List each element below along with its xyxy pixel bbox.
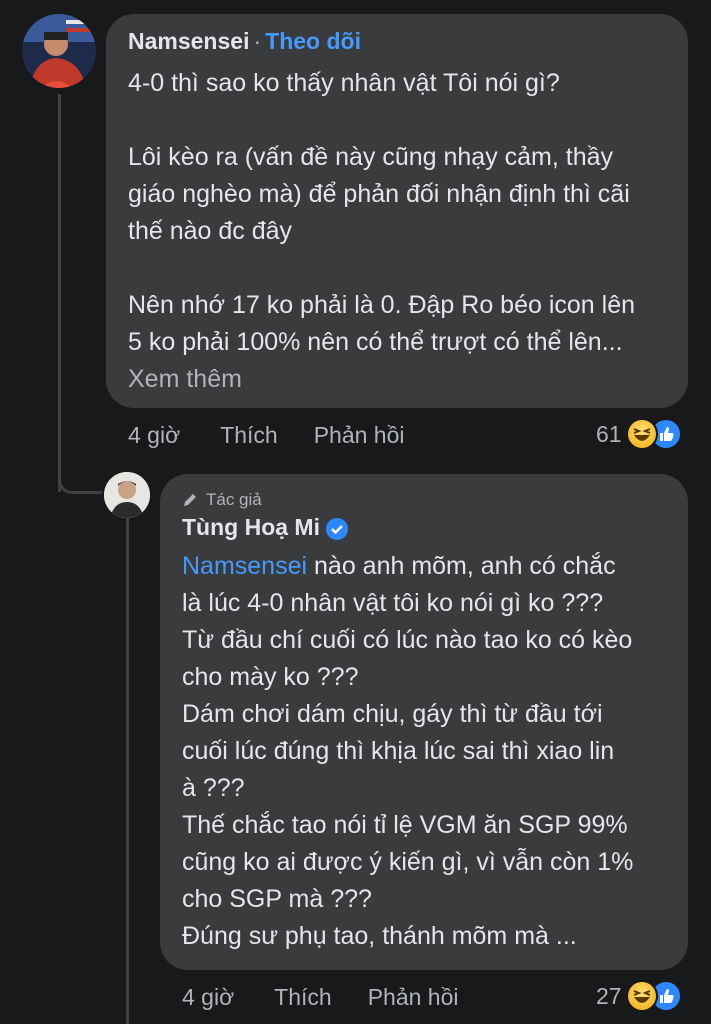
reply-avatar-image	[104, 472, 150, 518]
comment-paragraph-3: Nên nhớ 17 ko phải là 0. Đập Ro béo icon…	[128, 291, 636, 356]
thread-line-curve	[58, 478, 102, 494]
reply-like-button[interactable]: Thích	[274, 984, 332, 1011]
separator-dot: ·	[253, 28, 262, 54]
pencil-icon	[184, 494, 196, 506]
haha-icon	[625, 418, 658, 450]
see-more-link[interactable]: Xem thêm	[128, 361, 242, 398]
reply-author-name[interactable]: Tùng Hoạ Mi	[182, 514, 320, 540]
comment-time[interactable]: 4 giờ	[128, 422, 180, 449]
comment-paragraph-2: Lôi kèo ra (vấn đề này cũng nhạy cảm, th…	[128, 143, 630, 245]
follow-link[interactable]: Theo dõi	[265, 28, 361, 54]
reply-thread-line	[126, 518, 129, 1024]
thread-line-vertical	[58, 94, 61, 492]
verified-badge-icon	[325, 517, 348, 540]
haha-icon	[625, 980, 658, 1012]
reply-body: Namsensei nào anh mõm, anh có chắc là lú…	[182, 548, 682, 955]
comment-bubble: Namsensei · Theo dõi 4-0 thì sao ko thấy n…	[106, 14, 688, 408]
comment-reaction-count: 61	[596, 420, 622, 447]
comment-author-name[interactable]: Namsensei	[128, 28, 249, 54]
reply-text: nào anh mõm, anh có chắc là lúc 4-0 nhân…	[182, 552, 634, 950]
author-tag-label: Tác giả	[206, 490, 262, 509]
author-tag: Tác giả	[182, 490, 262, 510]
comment-paragraph-1: 4-0 thì sao ko thấy nhân vật Tôi nói gì?	[128, 69, 560, 97]
reply-reactions[interactable]: 27	[596, 980, 682, 1012]
reply-reply-button[interactable]: Phản hồi	[368, 984, 459, 1011]
comment-like-button[interactable]: Thích	[220, 422, 278, 449]
reply-actions: 4 giờ Thích Phản hồi	[182, 984, 459, 1011]
commenter-avatar[interactable]	[22, 14, 96, 88]
comment-reply-button[interactable]: Phản hồi	[314, 422, 405, 449]
reply-time[interactable]: 4 giờ	[182, 984, 234, 1011]
comment-actions: 4 giờ Thích Phản hồi	[128, 422, 405, 449]
mention-link[interactable]: Namsensei	[182, 552, 307, 580]
comment-reactions[interactable]: 61	[596, 418, 682, 450]
commenter-avatar-image	[22, 14, 96, 88]
reply-bubble: Tác giả Tùng Hoạ Mi Namsensei nào anh mõ…	[160, 474, 688, 970]
reply-author-avatar[interactable]	[104, 472, 150, 518]
reply-reaction-count: 27	[596, 982, 622, 1009]
